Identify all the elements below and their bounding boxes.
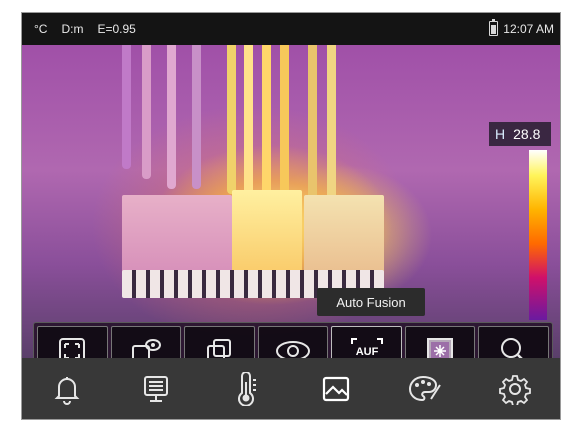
frame-corners-icon	[59, 338, 86, 358]
gear-icon	[499, 374, 532, 405]
palette-icon	[409, 375, 442, 401]
wire	[308, 45, 317, 209]
magnifier-icon	[500, 338, 523, 358]
palette-button[interactable]	[396, 364, 454, 414]
main-navigation-bar	[22, 358, 560, 419]
scale-high-value: 28.8	[513, 126, 541, 142]
wire	[262, 45, 271, 204]
overlap-squares-icon	[207, 339, 232, 358]
zoom-button[interactable]	[478, 326, 550, 358]
wire	[192, 45, 201, 189]
picture-in-picture-button[interactable]	[184, 326, 255, 358]
camera-screen: °C D:m E=0.95 12:07 AM H 28.8 Auto Fusio…	[21, 12, 561, 420]
thermometer-icon	[238, 371, 257, 406]
full-screen-mode-button[interactable]	[37, 326, 108, 358]
bell-icon	[54, 376, 80, 405]
clock: 12:07 AM	[503, 21, 554, 36]
picture-icon	[322, 376, 349, 401]
eye-icon	[276, 341, 311, 358]
scale-mode: H	[495, 126, 506, 142]
wire	[142, 45, 151, 179]
display-button[interactable]	[127, 364, 185, 414]
temperature-scale-label: H 28.8	[489, 122, 551, 146]
wire	[122, 45, 131, 169]
measurement-button[interactable]	[217, 364, 275, 414]
thermal-square-icon	[427, 338, 454, 358]
alarm-button[interactable]	[38, 364, 96, 414]
thermal-image-view[interactable]: H 28.8 Auto Fusion AUF	[22, 45, 560, 358]
wire	[167, 45, 176, 189]
emissivity-value: E=0.95	[97, 22, 136, 36]
battery-icon	[489, 19, 499, 36]
tooltip: Auto Fusion	[317, 288, 425, 316]
pip-eye-icon	[131, 339, 161, 358]
auf-icon: AUF	[350, 338, 383, 358]
monitor-icon	[144, 375, 169, 402]
auto-fusion-button[interactable]: AUF	[331, 326, 402, 358]
settings-button[interactable]	[486, 364, 544, 414]
tooltip-text: Auto Fusion	[336, 294, 406, 310]
visible-image-button[interactable]	[257, 326, 329, 358]
image-button[interactable]	[307, 364, 365, 414]
auf-label: AUF	[355, 346, 378, 358]
image-mode-toolbar: AUF	[33, 322, 553, 358]
wire	[244, 45, 253, 199]
wire	[327, 45, 336, 211]
wire	[227, 45, 236, 194]
temperature-unit: °C	[34, 22, 48, 36]
temperature-color-bar	[529, 150, 547, 320]
distance-unit: D:m	[61, 22, 84, 36]
status-bar: °C D:m E=0.95 12:07 AM	[22, 13, 560, 45]
thermal-image-button[interactable]	[404, 326, 476, 358]
picture-in-picture-view-button[interactable]	[110, 326, 182, 358]
wire	[280, 45, 289, 204]
